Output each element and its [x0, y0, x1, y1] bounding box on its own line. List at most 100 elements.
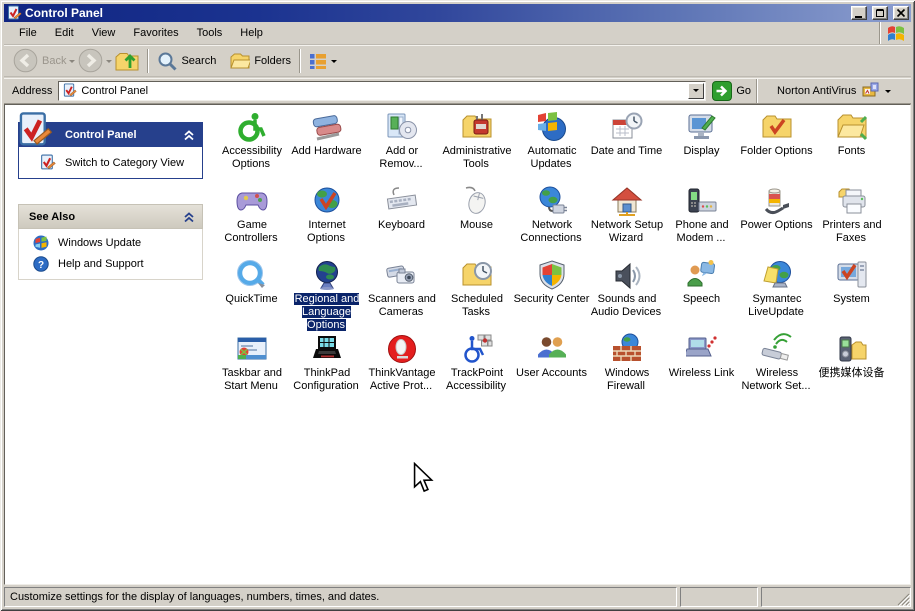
control-panel-item-game-controllers[interactable]: Game Controllers — [214, 183, 289, 257]
menu-items: FileEditViewFavoritesToolsHelp — [4, 22, 272, 44]
control-panel-item-scheduled-tasks[interactable]: Scheduled Tasks — [439, 257, 514, 331]
title-bar[interactable]: Control Panel — [4, 4, 911, 22]
norton-antivirus-button[interactable]: Norton AntiVirus — [769, 82, 891, 99]
menu-file[interactable]: File — [10, 24, 46, 42]
item-label: Taskbar and Start Menu — [213, 367, 291, 393]
control-panel-item-automatic-updates[interactable]: Automatic Updates — [514, 109, 589, 183]
display-icon — [686, 111, 718, 143]
address-dropdown-button[interactable] — [688, 83, 704, 99]
toolbar: Back Search Folders — [4, 45, 911, 77]
item-label: Add Hardware — [288, 145, 366, 158]
menu-help[interactable]: Help — [231, 24, 272, 42]
control-panel-item-mouse[interactable]: Mouse — [439, 183, 514, 257]
control-panel-item-phone-modem[interactable]: Phone and Modem ... — [664, 183, 739, 257]
control-panel-item-network-connections[interactable]: Network Connections — [514, 183, 589, 257]
menu-tools[interactable]: Tools — [188, 24, 232, 42]
sidebar-link-switch-to-category-view[interactable]: Switch to Category View — [39, 154, 184, 171]
symantec-liveupdate-icon — [761, 259, 793, 291]
control-panel-item-user-accounts[interactable]: User Accounts — [514, 331, 589, 405]
norton-dropdown-caret[interactable] — [885, 90, 891, 96]
item-label: ThinkVantage Active Prot... — [363, 367, 441, 393]
sidebar-link-label: Switch to Category View — [65, 157, 184, 169]
menu-bar: FileEditViewFavoritesToolsHelp — [4, 22, 911, 45]
control-panel-item-thinkpad-configuration[interactable]: ThinkPad Configuration — [289, 331, 364, 405]
control-panel-large-icon — [15, 111, 53, 149]
wireless-network-setup-icon — [761, 333, 793, 365]
control-panel-icon — [39, 154, 56, 171]
control-panel-item-power-options[interactable]: Power Options — [739, 183, 814, 257]
sidebar-link-windows-update[interactable]: Windows Update — [33, 235, 202, 251]
control-panel-item-scanners-cameras[interactable]: Scanners and Cameras — [364, 257, 439, 331]
control-panel-item-thinkvantage-active-protection[interactable]: ThinkVantage Active Prot... — [364, 331, 439, 405]
regional-language-icon — [311, 259, 343, 291]
window-title: Control Panel — [25, 6, 846, 20]
menu-edit[interactable]: Edit — [46, 24, 83, 42]
status-panel-2 — [680, 587, 758, 607]
resize-grip[interactable] — [897, 593, 910, 606]
control-panel-item-keyboard[interactable]: Keyboard — [364, 183, 439, 257]
control-panel-item-sounds-audio[interactable]: Sounds and Audio Devices — [589, 257, 664, 331]
control-panel-item-quicktime[interactable]: QuickTime — [214, 257, 289, 331]
control-panel-panel-body: Switch to Category View — [18, 147, 203, 179]
maximize-button[interactable] — [872, 6, 888, 20]
automatic-updates-icon — [536, 111, 568, 143]
speech-icon — [686, 259, 718, 291]
search-icon — [157, 51, 177, 71]
control-panel-item-folder-options[interactable]: Folder Options — [739, 109, 814, 183]
help-icon: ? — [33, 256, 49, 272]
control-panel-item-system[interactable]: System — [814, 257, 889, 331]
go-button[interactable]: Go — [712, 81, 751, 101]
phone-modem-icon — [686, 185, 718, 217]
control-panel-item-add-remove-programs[interactable]: Add or Remov... — [364, 109, 439, 183]
control-panel-item-internet-options[interactable]: Internet Options — [289, 183, 364, 257]
control-panel-item-wireless-network-setup[interactable]: Wireless Network Set... — [739, 331, 814, 405]
chevron-up-icon[interactable] — [182, 210, 196, 224]
address-separator — [756, 79, 758, 103]
back-button[interactable]: Back — [10, 46, 69, 75]
item-label: Internet Options — [288, 219, 366, 245]
windows-firewall-icon — [611, 333, 643, 365]
views-button[interactable] — [306, 50, 340, 72]
window-icon — [6, 5, 22, 21]
sidebar-link-label: Windows Update — [58, 237, 141, 249]
menu-favorites[interactable]: Favorites — [124, 24, 187, 42]
close-button[interactable] — [893, 6, 909, 20]
search-button[interactable]: Search — [154, 49, 219, 73]
control-panel-item-trackpoint-accessibility[interactable]: TrackPoint Accessibility — [439, 331, 514, 405]
item-label: Phone and Modem ... — [663, 219, 741, 245]
control-panel-item-taskbar-start-menu[interactable]: Taskbar and Start Menu — [214, 331, 289, 405]
address-input[interactable]: Control Panel — [58, 81, 706, 101]
folders-button[interactable]: Folders — [227, 49, 294, 73]
address-value: Control Panel — [81, 85, 148, 97]
control-panel-item-display[interactable]: Display — [664, 109, 739, 183]
control-panel-item-accessibility[interactable]: Accessibility Options — [214, 109, 289, 183]
up-button[interactable] — [112, 47, 142, 75]
control-panel-item-wireless-link[interactable]: Wireless Link — [664, 331, 739, 405]
system-icon — [836, 259, 868, 291]
go-icon — [712, 81, 732, 101]
control-panel-item-windows-firewall[interactable]: Windows Firewall — [589, 331, 664, 405]
sidebar-link-help-and-support[interactable]: ?Help and Support — [33, 256, 202, 272]
windows-update-icon — [33, 235, 49, 251]
control-panel-item-date-time[interactable]: Date and Time — [589, 109, 664, 183]
control-panel-item-fonts[interactable]: Fonts — [814, 109, 889, 183]
control-panel-item-administrative-tools[interactable]: Administrative Tools — [439, 109, 514, 183]
power-options-icon — [761, 185, 793, 217]
control-panel-item-symantec-liveupdate[interactable]: Symantec LiveUpdate — [739, 257, 814, 331]
control-panel-item-regional-language[interactable]: Regional and Language Options — [289, 257, 364, 331]
control-panel-item-security-center[interactable]: Security Center — [514, 257, 589, 331]
control-panel-item-speech[interactable]: Speech — [664, 257, 739, 331]
control-panel-item-printers-faxes[interactable]: Printers and Faxes — [814, 183, 889, 257]
security-center-icon — [536, 259, 568, 291]
minimize-button[interactable] — [851, 6, 867, 20]
control-panel-item-portable-media-devices[interactable]: 便携媒体设备 — [814, 331, 889, 405]
see-also-panel-header[interactable]: See Also — [18, 204, 203, 229]
item-label: Sounds and Audio Devices — [588, 293, 666, 319]
control-panel-item-add-hardware[interactable]: Add Hardware — [289, 109, 364, 183]
chevron-up-icon[interactable] — [182, 128, 196, 142]
control-panel-item-network-setup-wizard[interactable]: Network Setup Wizard — [589, 183, 664, 257]
item-label: Power Options — [738, 219, 816, 232]
menu-view[interactable]: View — [83, 24, 125, 42]
forward-button[interactable] — [75, 46, 106, 75]
item-label: Regional and Language Options — [288, 293, 366, 332]
